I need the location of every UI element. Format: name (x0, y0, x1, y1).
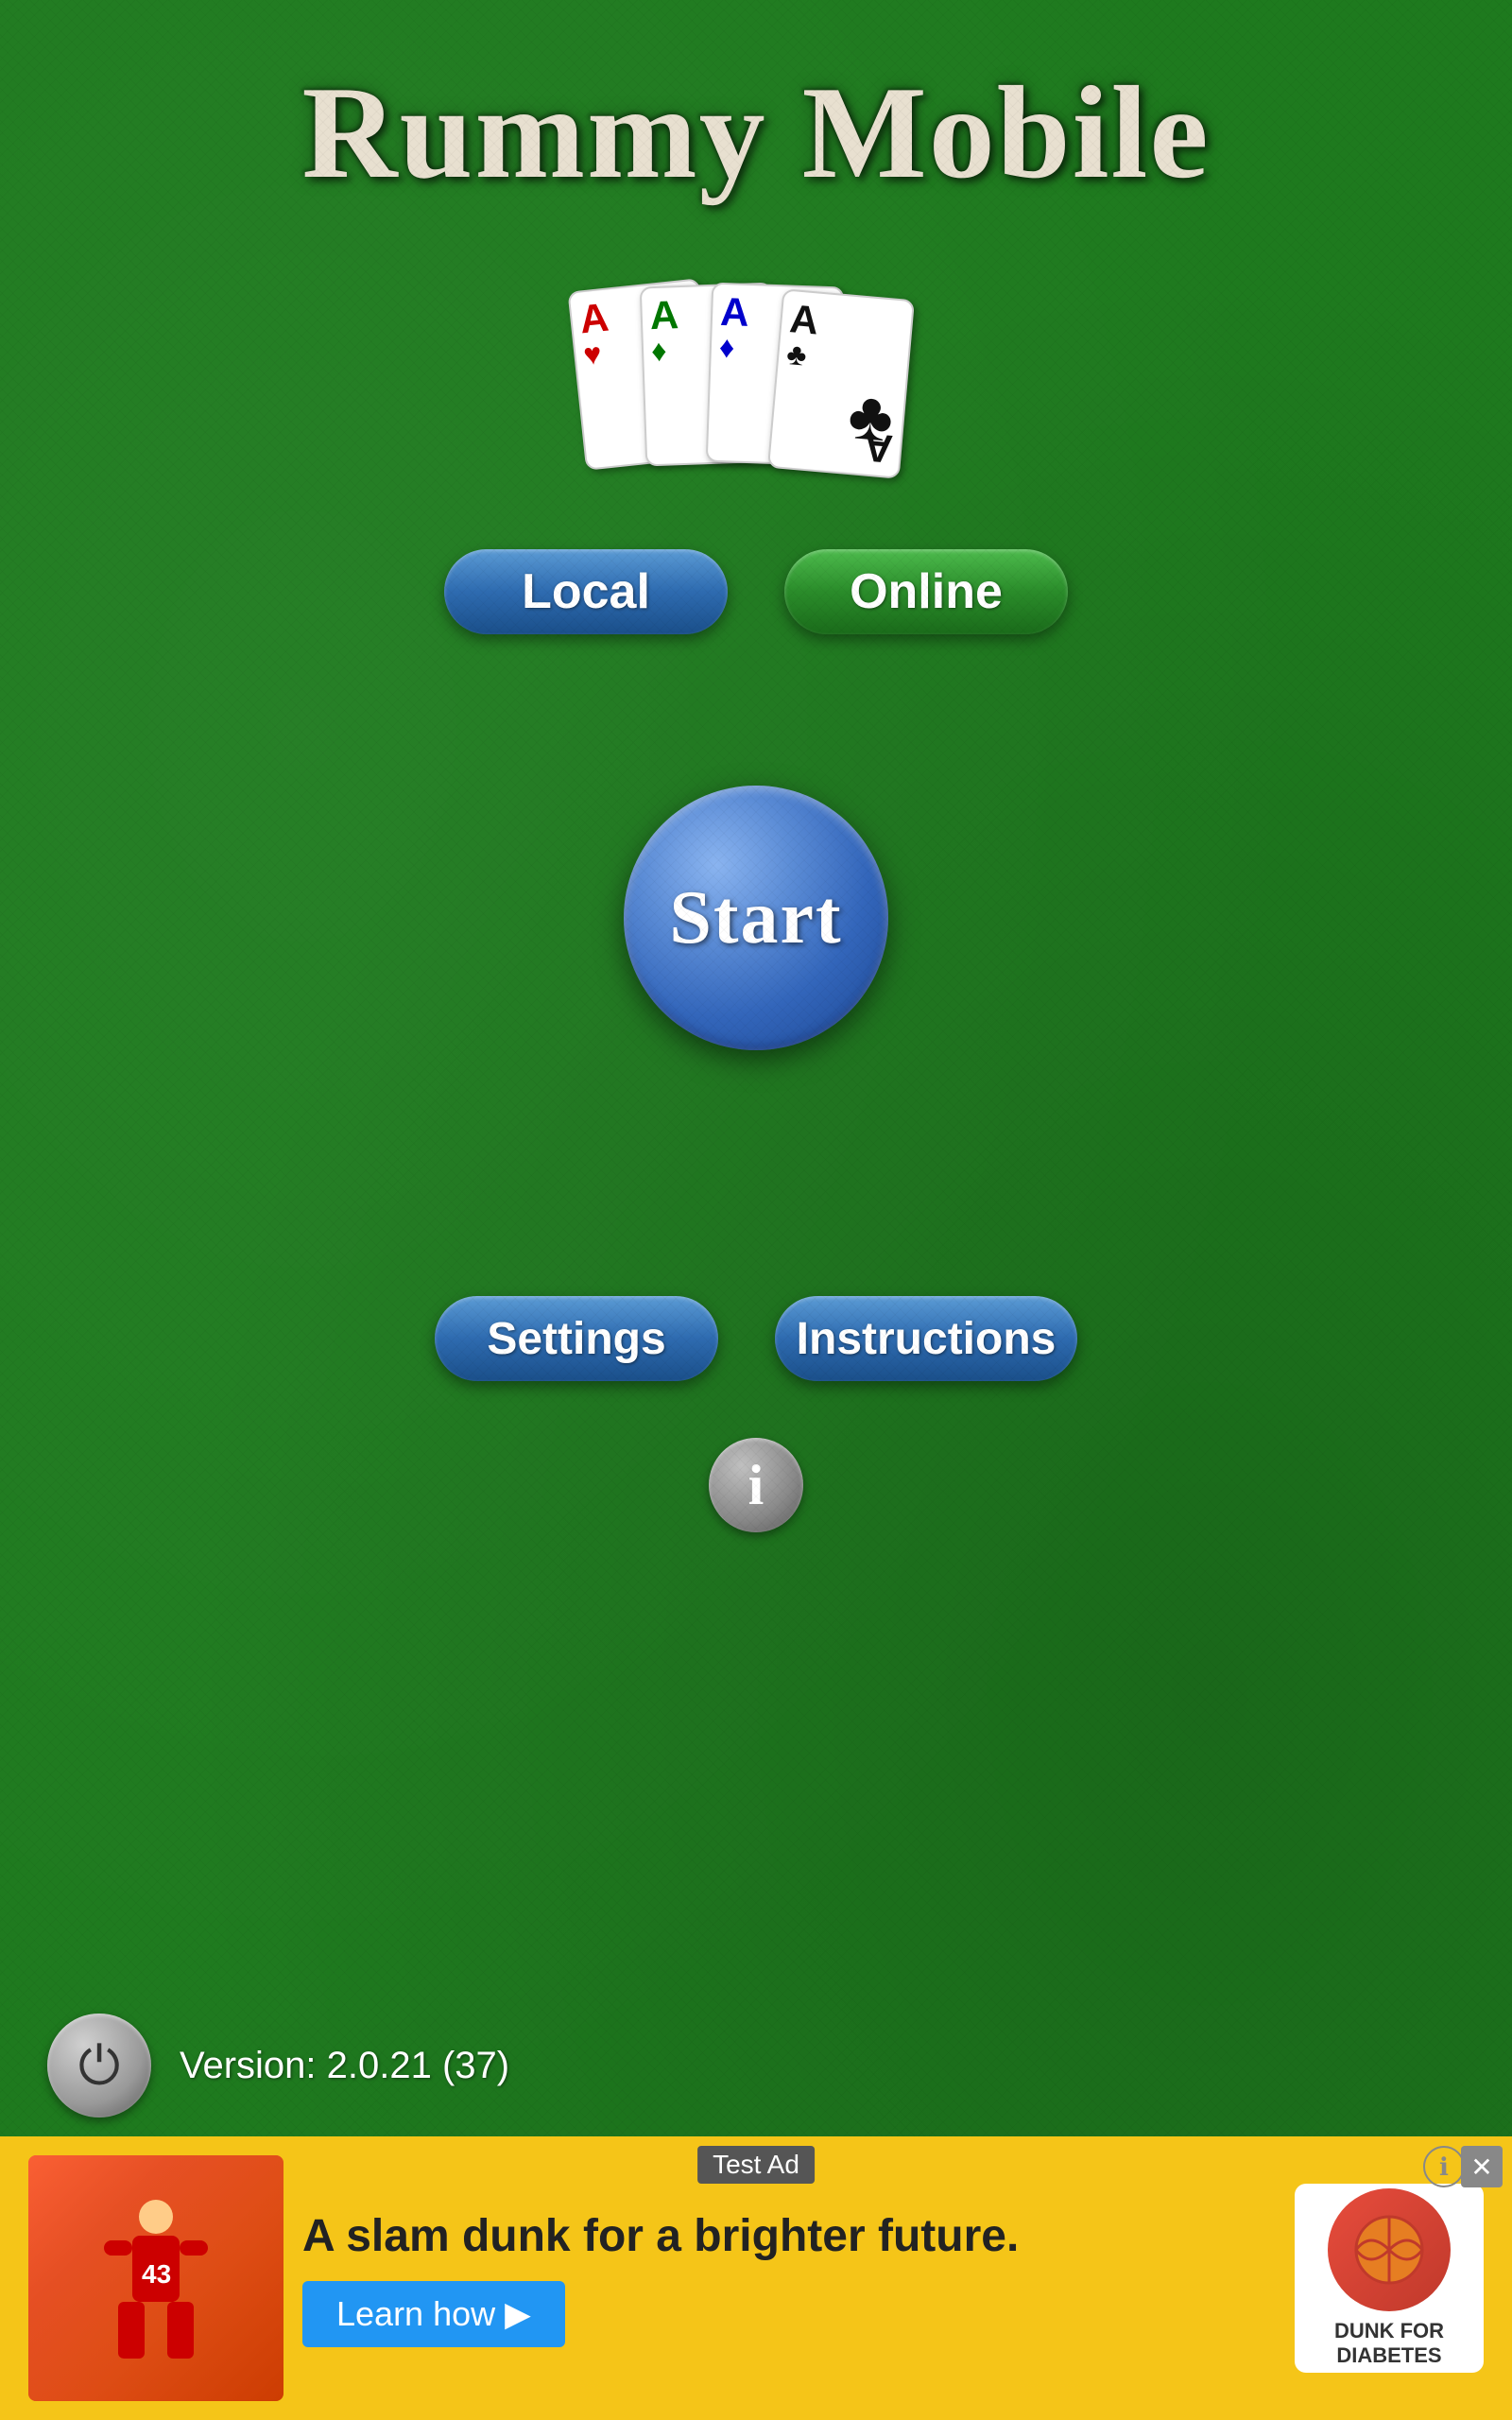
start-container: Start (0, 786, 1512, 1050)
instructions-button[interactable]: Instructions (775, 1296, 1077, 1381)
power-container: ⏻ Version: 2.0.21 (37) (47, 2014, 509, 2118)
settings-button[interactable]: Settings (435, 1296, 718, 1381)
start-button[interactable]: Start (624, 786, 888, 1050)
ad-logo-text: DUNK FORDIABETES (1334, 2319, 1444, 2368)
ad-logo-circle (1328, 2188, 1451, 2311)
card-1-letter: A (577, 298, 610, 340)
ad-image: 43 (28, 2155, 284, 2401)
card-4-letter-bottom: A (862, 424, 894, 471)
cards-group: A ♥ ♥ A ♦ ♦ A ♦ ♦ A ♣ ♣ A (576, 285, 936, 474)
mode-buttons-container: Local Online (0, 549, 1512, 634)
ad-learn-label: Learn how (336, 2294, 495, 2334)
power-icon: ⏻ (78, 2039, 120, 2092)
ad-close-button[interactable]: ✕ (1461, 2146, 1503, 2187)
ad-label: Test Ad (697, 2146, 815, 2184)
app-title: Rummy Mobile (0, 0, 1512, 209)
card-4-letter: A (788, 299, 820, 340)
power-button[interactable]: ⏻ (47, 2014, 151, 2118)
svg-text:43: 43 (142, 2259, 171, 2289)
local-button[interactable]: Local (444, 549, 728, 634)
ad-learn-arrow: ▶ (505, 2294, 531, 2334)
card-3-suit-top: ♦ (718, 332, 734, 363)
version-text: Version: 2.0.21 (37) (180, 2045, 509, 2087)
cards-container: A ♥ ♥ A ♦ ♦ A ♦ ♦ A ♣ ♣ A (0, 285, 1512, 474)
card-2-letter: A (649, 295, 679, 336)
card-4: A ♣ ♣ A (767, 288, 915, 478)
ad-learn-button[interactable]: Learn how ▶ (302, 2281, 565, 2347)
ad-text: A slam dunk for a brighter future. (302, 2210, 1276, 2262)
ad-info-button[interactable]: ℹ (1423, 2146, 1465, 2187)
ad-logo: DUNK FORDIABETES (1295, 2184, 1484, 2373)
card-2-suit-top: ♦ (651, 336, 667, 367)
ad-content: A slam dunk for a brighter future. Learn… (302, 2210, 1276, 2347)
info-icon[interactable]: i (709, 1438, 803, 1532)
card-4-suit-top: ♣ (785, 338, 808, 371)
card-1-suit-top: ♥ (582, 338, 603, 371)
info-container: i (0, 1438, 1512, 1532)
card-3-letter: A (720, 292, 750, 333)
action-buttons-container: Settings Instructions (0, 1296, 1512, 1381)
online-button[interactable]: Online (784, 549, 1068, 634)
ad-banner: Test Ad 43 A slam dunk for a brighter fu… (0, 2136, 1512, 2420)
